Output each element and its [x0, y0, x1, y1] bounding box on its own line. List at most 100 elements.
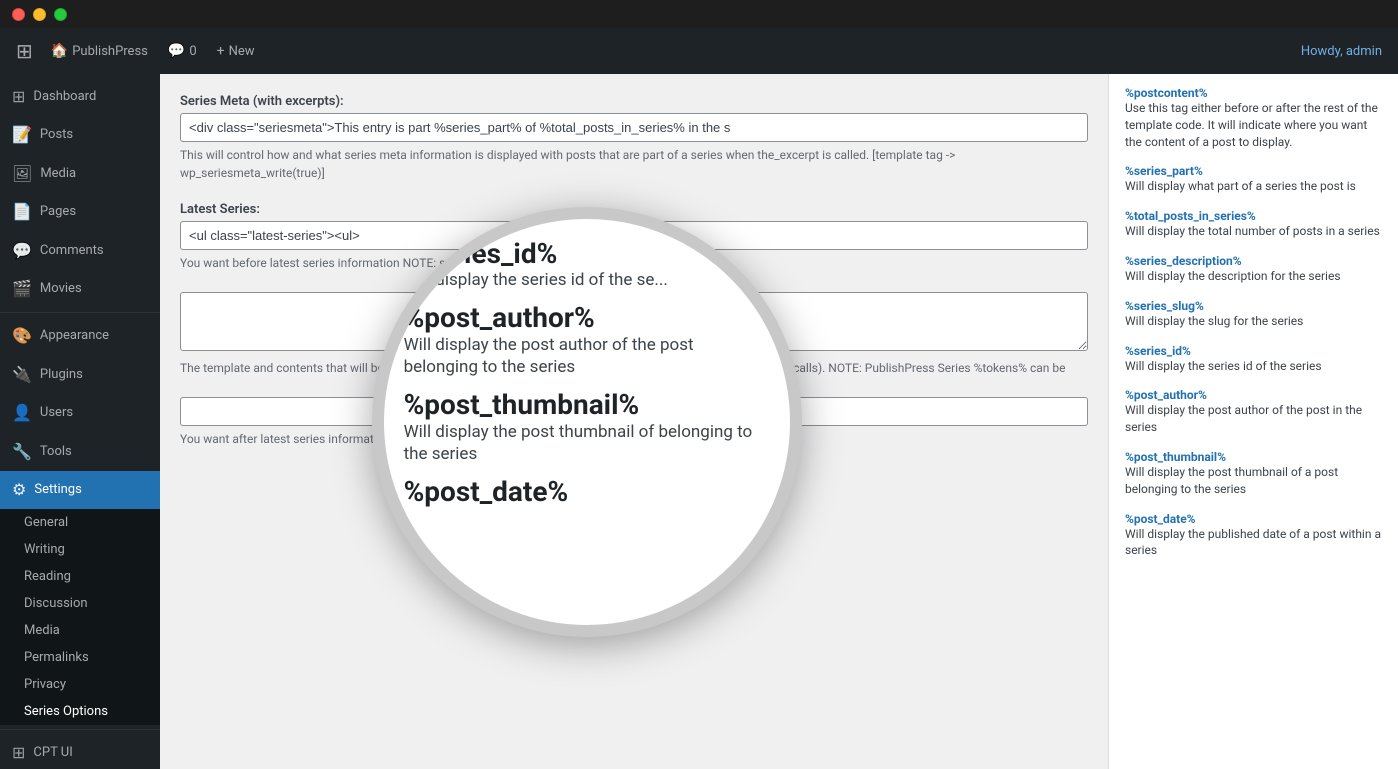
sidebar-sub-privacy-label: Privacy: [24, 677, 66, 692]
sidebar-sub-media-label: Media: [24, 623, 60, 638]
sidebar-item-pages[interactable]: 📄 Pages: [0, 193, 160, 231]
mag-token-post-date-name: %post_date%: [404, 477, 770, 508]
sidebar: ⊞ Dashboard 📝 Posts 🖼 Media 📄 Pages 💬 Co…: [0, 74, 160, 769]
mag-token-post-author: %post_author% Will display the post auth…: [404, 303, 770, 378]
maximize-button[interactable]: [54, 8, 67, 21]
sidebar-item-plugins-label: Plugins: [40, 366, 83, 384]
form-group-series-meta: Series Meta (with excerpts): This will c…: [180, 94, 1088, 182]
comment-icon: 💬: [168, 43, 185, 59]
token-series-description-name: %series_description%: [1125, 254, 1382, 268]
token-post-date: %post_date% Will display the published d…: [1125, 512, 1382, 560]
pages-icon: 📄: [12, 201, 32, 223]
token-series-slug-name: %series_slug%: [1125, 299, 1382, 313]
sidebar-sub-series-options[interactable]: Series Options: [0, 698, 160, 725]
sidebar-sub-reading[interactable]: Reading: [0, 563, 160, 590]
sidebar-sub-permalinks[interactable]: Permalinks: [0, 644, 160, 671]
minimize-button[interactable]: [33, 8, 46, 21]
right-panel: %postcontent% Use this tag either before…: [1108, 74, 1398, 769]
close-button[interactable]: [12, 8, 25, 21]
token-series-id-desc: Will display the series id of the series: [1125, 358, 1382, 375]
adminbar-new[interactable]: + New: [207, 28, 265, 74]
mag-token-post-date: %post_date%: [404, 477, 770, 508]
token-post-date-name: %post_date%: [1125, 512, 1382, 526]
sidebar-item-settings-label: Settings: [34, 481, 81, 499]
token-series-slug-desc: Will display the slug for the series: [1125, 313, 1382, 330]
sidebar-divider-2: [0, 729, 160, 730]
mag-token-post-thumbnail-name: %post_thumbnail%: [404, 390, 770, 421]
token-series-part: %series_part% Will display what part of …: [1125, 164, 1382, 195]
token-total-posts: %total_posts_in_series% Will display the…: [1125, 209, 1382, 240]
adminbar-publishpress[interactable]: 🏠 PublishPress: [41, 28, 158, 74]
posts-icon: 📝: [12, 124, 32, 146]
media-icon: 🖼: [12, 163, 32, 185]
adminbar-new-label: New: [229, 44, 255, 59]
sidebar-sub-general-label: General: [24, 515, 68, 530]
token-series-id-name: %series_id%: [1125, 344, 1382, 358]
form-desc-series-meta: This will control how and what series me…: [180, 146, 1088, 182]
sidebar-item-tools-label: Tools: [40, 443, 72, 461]
sidebar-sub-permalinks-label: Permalinks: [24, 650, 89, 665]
home-icon: 🏠: [51, 43, 68, 59]
adminbar-comments[interactable]: 💬 0: [158, 28, 207, 74]
token-postcontent: %postcontent% Use this tag either before…: [1125, 86, 1382, 150]
token-series-part-name: %series_part%: [1125, 164, 1382, 178]
token-post-author-name: %post_author%: [1125, 388, 1382, 402]
sidebar-item-media[interactable]: 🖼 Media: [0, 155, 160, 193]
sidebar-item-posts[interactable]: 📝 Posts: [0, 116, 160, 154]
sidebar-divider-1: [0, 312, 160, 313]
token-total-posts-name: %total_posts_in_series%: [1125, 209, 1382, 223]
sidebar-item-plugins[interactable]: 🔌 Plugins: [0, 356, 160, 394]
sidebar-item-cpt-ui-label: CPT UI: [33, 744, 72, 762]
sidebar-item-dashboard-label: Dashboard: [33, 88, 96, 106]
token-post-author-desc: Will display the post author of the post…: [1125, 402, 1382, 436]
sidebar-item-pages-label: Pages: [40, 203, 76, 221]
mag-token-post-author-name: %post_author%: [404, 303, 770, 334]
tools-icon: 🔧: [12, 441, 32, 463]
token-post-author: %post_author% Will display the post auth…: [1125, 388, 1382, 436]
token-post-date-desc: Will display the published date of a pos…: [1125, 526, 1382, 560]
settings-submenu: General Writing Reading Discussion Media…: [0, 509, 160, 725]
sidebar-item-users-label: Users: [40, 404, 73, 422]
sidebar-item-appearance-label: Appearance: [40, 327, 109, 345]
magnifier-content: %series_id% Will display the series id o…: [384, 219, 790, 625]
sidebar-item-comments-label: Comments: [40, 242, 104, 260]
sidebar-item-tools[interactable]: 🔧 Tools: [0, 433, 160, 471]
sidebar-item-movies-label: Movies: [40, 280, 82, 298]
token-total-posts-desc: Will display the total number of posts i…: [1125, 223, 1382, 240]
sidebar-item-users[interactable]: 👤 Users: [0, 394, 160, 432]
users-icon: 👤: [12, 402, 32, 424]
sidebar-sub-writing[interactable]: Writing: [0, 536, 160, 563]
token-postcontent-name: %postcontent%: [1125, 86, 1382, 100]
sidebar-item-dashboard[interactable]: ⊞ Dashboard: [0, 78, 160, 116]
sidebar-item-posts-label: Posts: [40, 126, 73, 144]
token-series-description: %series_description% Will display the de…: [1125, 254, 1382, 285]
token-series-slug: %series_slug% Will display the slug for …: [1125, 299, 1382, 330]
mag-token-post-thumbnail-desc: Will display the post thumbnail of belon…: [404, 421, 770, 465]
sidebar-item-comments[interactable]: 💬 Comments: [0, 232, 160, 270]
mag-token-post-thumbnail: %post_thumbnail% Will display the post t…: [404, 390, 770, 465]
plus-icon: +: [217, 43, 225, 59]
sidebar-sub-media[interactable]: Media: [0, 617, 160, 644]
sidebar-sub-series-options-label: Series Options: [24, 704, 108, 719]
form-input-series-meta[interactable]: [180, 113, 1088, 142]
sidebar-sub-general[interactable]: General: [0, 509, 160, 536]
dashboard-icon: ⊞: [12, 86, 25, 108]
sidebar-item-appearance[interactable]: 🎨 Appearance: [0, 317, 160, 355]
sidebar-item-movies[interactable]: 🎬 Movies: [0, 270, 160, 308]
sidebar-sub-reading-label: Reading: [24, 569, 71, 584]
token-series-description-desc: Will display the description for the ser…: [1125, 268, 1382, 285]
sidebar-sub-discussion[interactable]: Discussion: [0, 590, 160, 617]
adminbar-howdy: Howdy, admin: [1301, 44, 1382, 59]
sidebar-item-media-label: Media: [40, 165, 76, 183]
sidebar-sub-privacy[interactable]: Privacy: [0, 671, 160, 698]
sidebar-item-settings[interactable]: ⚙ Settings: [0, 471, 160, 509]
comments-icon: 💬: [12, 240, 32, 262]
titlebar: [0, 0, 1398, 28]
sidebar-item-cpt-ui[interactable]: ⊞ CPT UI: [0, 734, 160, 769]
cpt-ui-icon: ⊞: [12, 742, 25, 764]
wordpress-logo[interactable]: ⊞: [16, 39, 33, 63]
adminbar-publishpress-label: PublishPress: [72, 44, 148, 59]
content-area: Series Meta (with excerpts): This will c…: [160, 74, 1398, 769]
settings-icon: ⚙: [12, 479, 26, 501]
plugins-icon: 🔌: [12, 364, 32, 386]
